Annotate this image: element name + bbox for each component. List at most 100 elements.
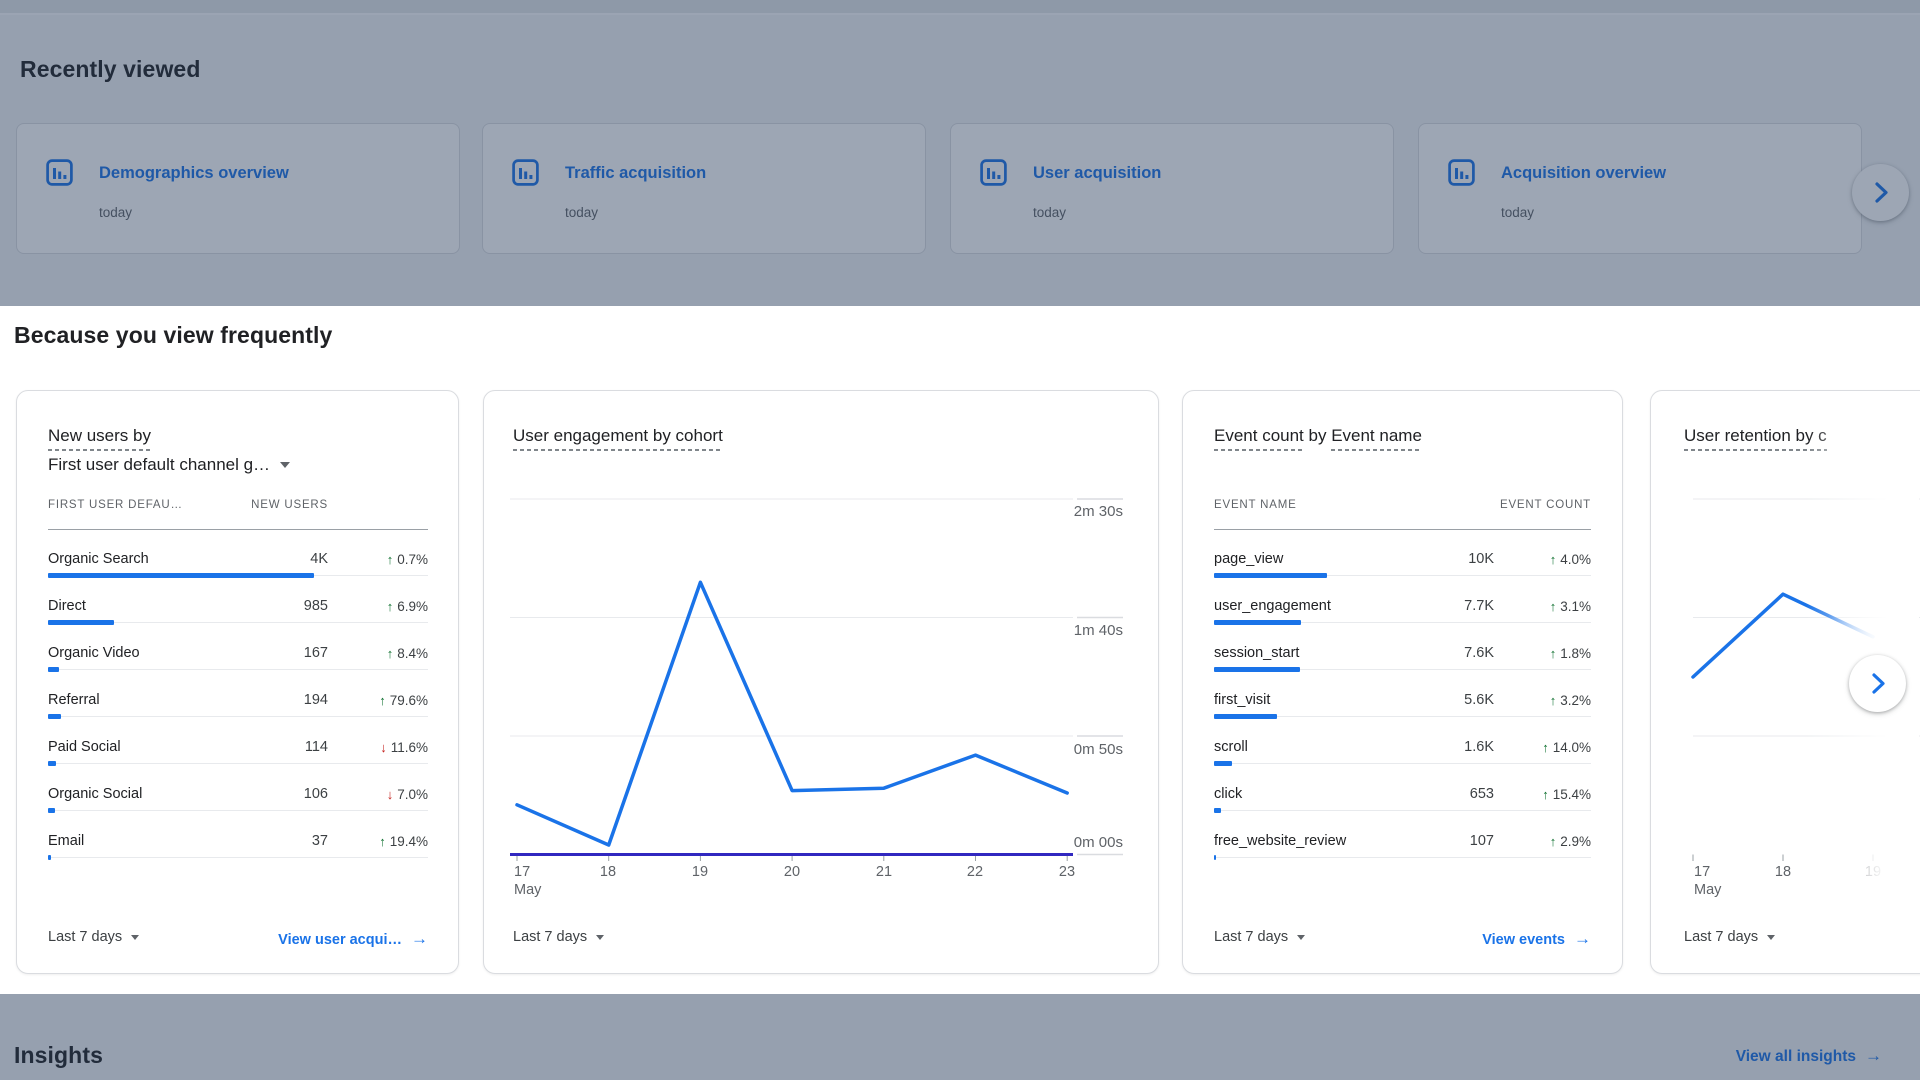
row-label: Email xyxy=(48,833,85,849)
row-value: 194 xyxy=(303,692,328,708)
recent-card-traffic-acquisition[interactable]: Traffic acquisition today xyxy=(482,123,926,254)
table-row: Direct 985 ↑ 6.9% xyxy=(48,598,428,645)
chevron-down-icon xyxy=(1767,935,1776,940)
new-users-dimension-selector[interactable]: First user default channel g… xyxy=(48,455,291,475)
row-delta: ↑ 8.4% xyxy=(386,646,428,661)
events-table-header: EVENT NAME EVENT COUNT xyxy=(1214,499,1591,511)
row-label: Referral xyxy=(48,692,100,708)
row-delta: ↑ 3.2% xyxy=(1549,693,1591,708)
proportion-bar xyxy=(1214,573,1327,578)
row-delta: ↑ 2.9% xyxy=(1549,834,1591,849)
trend-arrow-icon: ↑ xyxy=(386,552,394,567)
table-row: Organic Search 4K ↑ 0.7% xyxy=(48,551,428,598)
row-delta: ↑ 0.7% xyxy=(386,552,428,567)
view-user-acquisition-link[interactable]: View user acqui… → xyxy=(198,929,428,949)
engagement-date-range-selector[interactable]: Last 7 days xyxy=(513,929,605,945)
events-date-range-selector[interactable]: Last 7 days xyxy=(1214,929,1306,945)
chevron-down-icon xyxy=(596,935,605,940)
proportion-bar xyxy=(48,855,51,860)
chevron-down-icon xyxy=(131,935,140,940)
recent-cards-next-button[interactable] xyxy=(1852,164,1909,221)
new-users-card-title[interactable]: New users by xyxy=(48,426,151,451)
trend-arrow-icon: ↓ xyxy=(380,740,387,755)
x-axis-tick: 18 xyxy=(599,864,617,880)
recent-card-demographics-overview[interactable]: Demographics overview today xyxy=(16,123,460,254)
recent-card-title[interactable]: Acquisition overview xyxy=(1501,164,1666,183)
column-header-dimension: FIRST USER DEFAU… xyxy=(48,499,183,511)
table-row: Organic Video 167 ↑ 8.4% xyxy=(48,645,428,692)
recent-card-title[interactable]: Demographics overview xyxy=(99,164,289,183)
column-header-metric: NEW USERS xyxy=(251,499,328,511)
trend-arrow-icon: ↑ xyxy=(1549,552,1557,567)
column-header-metric: EVENT COUNT xyxy=(1499,499,1591,511)
table-row: session_start 7.6K ↑ 1.8% xyxy=(1214,645,1591,692)
chevron-down-icon xyxy=(1297,935,1306,940)
proportion-bar xyxy=(1214,808,1221,813)
chevron-down-icon xyxy=(280,462,291,468)
new-users-table-header: FIRST USER DEFAU… NEW USERS xyxy=(48,499,428,511)
x-axis-tick: 22 xyxy=(966,864,984,880)
trend-arrow-icon: ↑ xyxy=(1549,834,1557,849)
row-label: user_engagement xyxy=(1214,598,1331,614)
retention-date-range-selector[interactable]: Last 7 days xyxy=(1684,929,1776,945)
suggested-cards-next-button[interactable] xyxy=(1849,655,1906,712)
trend-arrow-icon: ↑ xyxy=(1549,693,1557,708)
row-delta: ↑ 6.9% xyxy=(386,599,428,614)
row-delta: ↑ 14.0% xyxy=(1542,740,1591,755)
engagement-series-line xyxy=(515,580,1069,847)
table-row: free_website_review 107 ↑ 2.9% xyxy=(1214,833,1591,880)
row-delta: ↓ 7.0% xyxy=(386,787,428,802)
bar-chart-icon xyxy=(46,159,73,186)
row-label: Direct xyxy=(48,598,86,614)
recent-card-timestamp: today xyxy=(1033,205,1067,220)
row-label: page_view xyxy=(1214,551,1284,567)
table-row: page_view 10K ↑ 4.0% xyxy=(1214,551,1591,598)
dimension-selector[interactable]: Event name xyxy=(1331,426,1422,451)
trend-arrow-icon: ↑ xyxy=(1542,740,1549,755)
view-all-insights-link[interactable]: View all insights → xyxy=(1736,1046,1882,1066)
suggested-section-heading: Because you view frequently xyxy=(14,322,333,348)
y-axis-tick: 0m 50s xyxy=(1073,741,1123,758)
column-header-dimension: EVENT NAME xyxy=(1214,499,1297,511)
proportion-bar xyxy=(48,667,59,672)
table-row: Referral 194 ↑ 79.6% xyxy=(48,692,428,739)
x-axis-tick: 18 xyxy=(1774,864,1792,880)
recent-card-acquisition-overview[interactable]: Acquisition overview today xyxy=(1418,123,1862,254)
proportion-bar xyxy=(1214,855,1216,860)
x-axis-tick: 20 xyxy=(783,864,801,880)
recently-viewed-section: Recently viewed Demographics overview to… xyxy=(0,0,1920,306)
insights-heading: Insights xyxy=(14,1042,103,1068)
recent-card-title[interactable]: User acquisition xyxy=(1033,164,1161,183)
row-value: 106 xyxy=(303,786,328,802)
metric-selector[interactable]: New users by xyxy=(48,426,151,451)
proportion-bar xyxy=(1214,761,1232,766)
y-axis-tick: 0m 00s xyxy=(1073,834,1123,851)
trend-arrow-icon: ↑ xyxy=(379,834,386,849)
recent-card-user-acquisition[interactable]: User acquisition today xyxy=(950,123,1394,254)
row-delta: ↑ 79.6% xyxy=(379,693,428,708)
view-events-link[interactable]: View events → xyxy=(1361,929,1591,949)
events-card-title[interactable]: Event count by Event name xyxy=(1214,426,1422,451)
metric-selector[interactable]: Event count xyxy=(1214,426,1304,451)
table-row: click 653 ↑ 15.4% xyxy=(1214,786,1591,833)
recent-card-timestamp: today xyxy=(565,205,599,220)
trend-arrow-icon: ↑ xyxy=(1549,646,1557,661)
row-label: scroll xyxy=(1214,739,1248,755)
row-value: 985 xyxy=(303,598,328,614)
trend-arrow-icon: ↑ xyxy=(386,599,394,614)
proportion-bar xyxy=(48,573,314,578)
proportion-bar xyxy=(1214,667,1300,672)
row-delta: ↑ 15.4% xyxy=(1542,787,1591,802)
table-header-divider xyxy=(48,529,428,530)
trend-arrow-icon: ↑ xyxy=(1549,599,1557,614)
bar-chart-icon xyxy=(1448,159,1475,186)
recent-card-title[interactable]: Traffic acquisition xyxy=(565,164,706,183)
row-label: Organic Video xyxy=(48,645,140,661)
trend-arrow-icon: ↑ xyxy=(386,646,394,661)
table-row: Organic Social 106 ↓ 7.0% xyxy=(48,786,428,833)
chevron-right-icon xyxy=(1875,182,1888,203)
new-users-date-range-selector[interactable]: Last 7 days xyxy=(48,929,140,945)
x-axis-month-label: May xyxy=(1694,882,1722,898)
table-row: Paid Social 114 ↓ 11.6% xyxy=(48,739,428,786)
x-axis-tick: 19 xyxy=(691,864,709,880)
